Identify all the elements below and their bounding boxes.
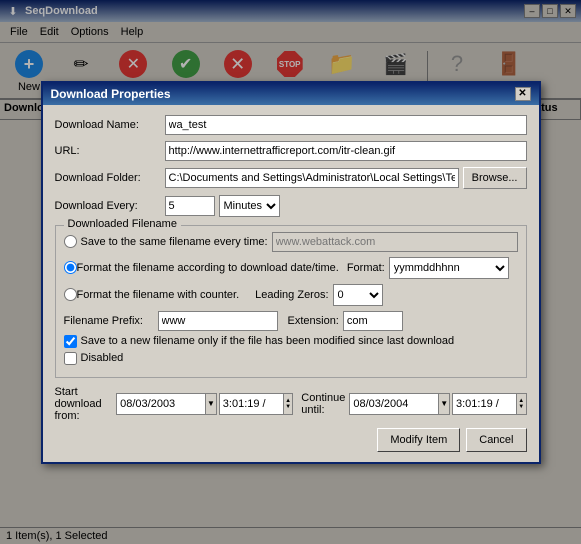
start-label: Start download from:: [55, 386, 113, 422]
checkbox-modified-row: Save to a new filename only if the file …: [64, 335, 518, 348]
download-every-input[interactable]: [165, 196, 215, 216]
prefix-input[interactable]: [158, 311, 278, 331]
download-name-input[interactable]: [165, 115, 527, 135]
checkbox-disabled[interactable]: [64, 352, 77, 365]
checkbox-modified[interactable]: [64, 335, 77, 348]
radio-format-date-label: Format the filename according to downloa…: [77, 262, 339, 274]
download-name-label: Download Name:: [55, 119, 165, 131]
start-time-spinner[interactable]: ▲ ▼: [284, 393, 294, 415]
start-date-dropdown[interactable]: ▼: [206, 393, 217, 415]
prefix-ext-row: Filename Prefix: Extension:: [64, 311, 518, 331]
extension-input[interactable]: [343, 311, 403, 331]
modify-item-button[interactable]: Modify Item: [377, 428, 460, 452]
download-every-row: Download Every: Minutes Hours Days: [55, 195, 527, 217]
start-time-input[interactable]: [219, 393, 284, 415]
start-date-input[interactable]: [116, 393, 206, 415]
format-select[interactable]: yymmddhhnn yyyymmddhhnn mmddyy: [389, 257, 509, 279]
download-name-row: Download Name:: [55, 115, 527, 135]
end-date-input[interactable]: [349, 393, 439, 415]
end-time-spinner[interactable]: ▲ ▼: [517, 393, 527, 415]
radio-counter-row: Format the filename with counter. Leadin…: [64, 284, 518, 306]
dialog-close-button[interactable]: ✕: [515, 87, 531, 101]
radio-format-date-row: Format the filename according to downloa…: [64, 257, 518, 279]
datetime-row: Start download from: ▼ ▲ ▼ Continue unti…: [55, 386, 527, 422]
format-label: Format:: [347, 262, 385, 274]
leading-zeros-label: Leading Zeros:: [255, 289, 328, 301]
radio-same-filename[interactable]: [64, 235, 77, 248]
downloaded-filename-group: Downloaded Filename Save to the same fil…: [55, 225, 527, 378]
download-every-label: Download Every:: [55, 200, 165, 212]
download-properties-dialog: Download Properties ✕ Download Name: URL…: [41, 81, 541, 464]
interval-select[interactable]: Minutes Hours Days: [219, 195, 280, 217]
radio-counter-label: Format the filename with counter.: [77, 289, 240, 301]
end-time-input[interactable]: [452, 393, 517, 415]
folder-row: Download Folder: Browse...: [55, 167, 527, 189]
url-row: URL:: [55, 141, 527, 161]
folder-label: Download Folder:: [55, 172, 165, 184]
dialog-title-bar: Download Properties ✕: [43, 83, 539, 105]
dialog-title-text: Download Properties: [51, 87, 171, 101]
end-date-dropdown[interactable]: ▼: [439, 393, 450, 415]
modal-overlay: Download Properties ✕ Download Name: URL…: [0, 0, 581, 544]
leading-zeros-select[interactable]: 0 1 2: [333, 284, 383, 306]
radio-same-filename-row: Save to the same filename every time:: [64, 232, 518, 252]
radio-counter[interactable]: [64, 288, 77, 301]
action-buttons-row: Modify Item Cancel: [55, 428, 527, 452]
checkbox-disabled-row: Disabled: [64, 352, 518, 365]
checkbox-modified-label: Save to a new filename only if the file …: [81, 335, 455, 347]
dialog-body: Download Name: URL: Download Folder: Bro…: [43, 105, 539, 462]
prefix-label: Filename Prefix:: [64, 315, 154, 327]
continue-label: Continue until:: [301, 392, 345, 416]
checkbox-disabled-label: Disabled: [81, 352, 124, 364]
url-label: URL:: [55, 145, 165, 157]
browse-button[interactable]: Browse...: [463, 167, 527, 189]
radio-format-date[interactable]: [64, 261, 77, 274]
url-input[interactable]: [165, 141, 527, 161]
group-legend: Downloaded Filename: [64, 218, 181, 230]
folder-input[interactable]: [165, 168, 459, 188]
radio-same-filename-label: Save to the same filename every time:: [81, 236, 268, 248]
same-filename-input[interactable]: [272, 232, 518, 252]
cancel-button[interactable]: Cancel: [466, 428, 526, 452]
extension-label: Extension:: [288, 315, 339, 327]
